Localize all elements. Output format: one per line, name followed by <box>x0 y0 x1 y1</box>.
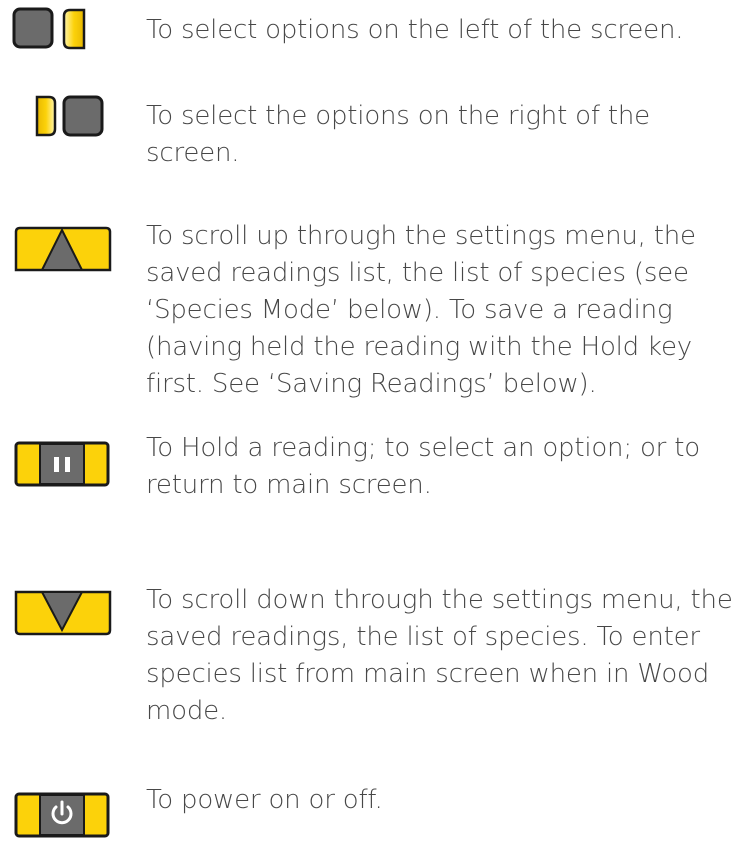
key-description: To Hold a reading; to select an option; … <box>146 433 700 500</box>
right-soft-key-icon <box>0 90 120 150</box>
hold-key-icon <box>0 436 120 496</box>
key-description: To scroll down through the settings menu… <box>146 585 733 726</box>
key-description: To power on or off. <box>146 785 383 815</box>
key-description: To scroll up through the settings menu, … <box>146 221 696 399</box>
key-description: To select the options on the right of th… <box>146 101 650 168</box>
down-arrow-key-icon <box>0 582 120 642</box>
left-soft-key-icon <box>0 7 120 68</box>
power-key-icon <box>0 786 120 846</box>
key-description: To select options on the left of the scr… <box>146 15 684 45</box>
up-arrow-key-icon <box>0 218 120 278</box>
